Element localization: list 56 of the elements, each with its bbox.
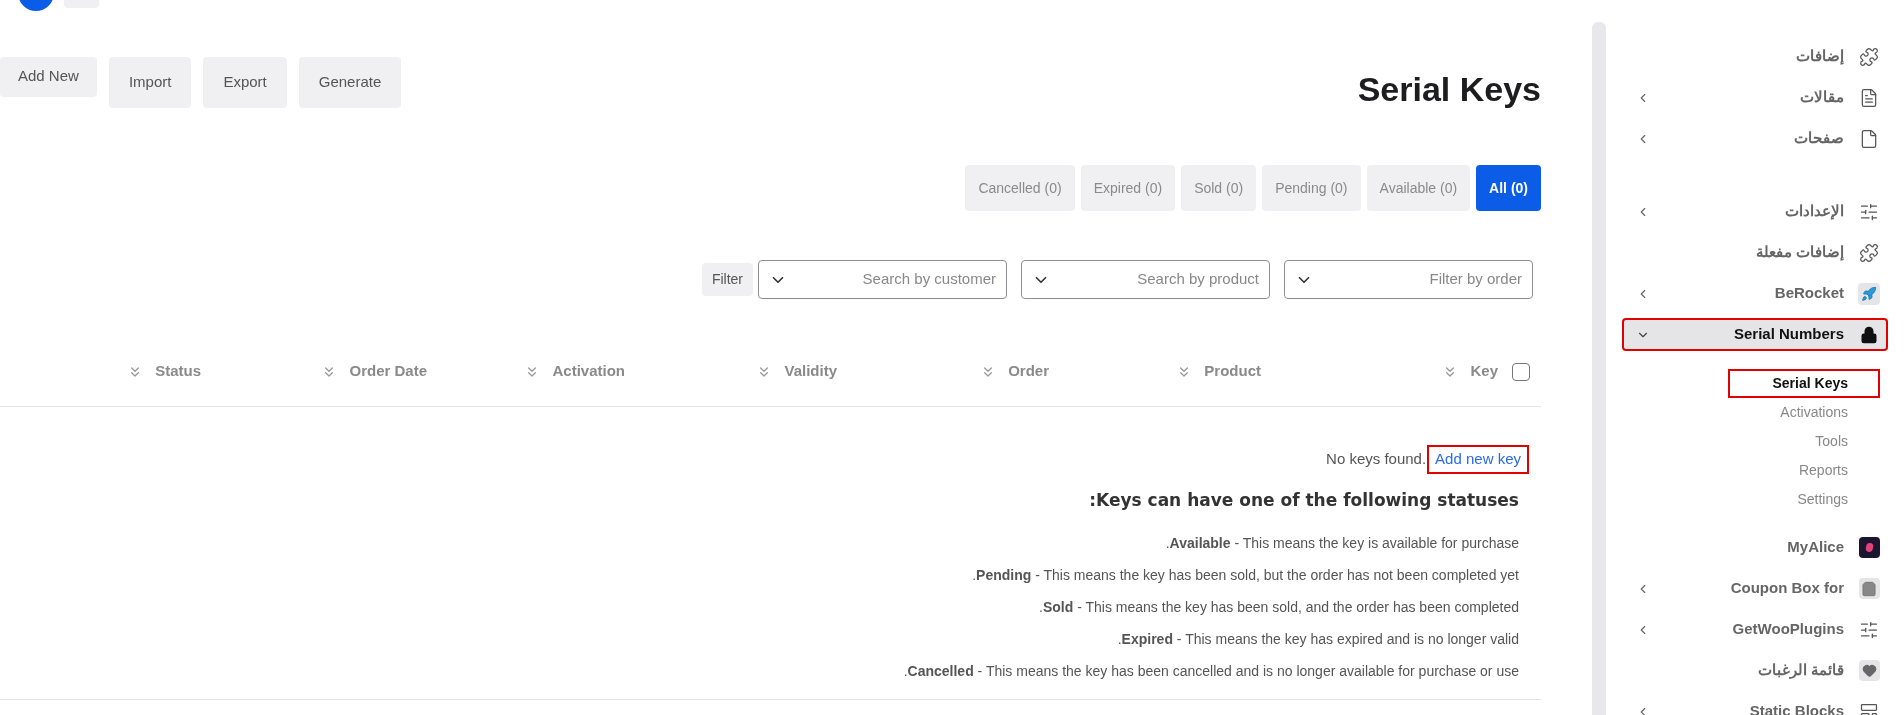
submenu-item[interactable]: Activations xyxy=(1778,398,1880,427)
status-description: .Sold - This means the key has been sold, and the order has been completed xyxy=(1039,597,1519,617)
status-tab[interactable]: Pending (0) xyxy=(1262,165,1361,211)
filter-select[interactable]: Search by product xyxy=(1021,260,1270,299)
sliders-icon xyxy=(1859,201,1879,222)
status-tab[interactable]: Cancelled (0) xyxy=(965,165,1075,211)
column-header[interactable]: Validity xyxy=(784,360,837,383)
puzzle-icon xyxy=(1859,242,1879,263)
column-header[interactable]: Activation xyxy=(552,360,625,383)
app-logo-icon xyxy=(1858,537,1880,558)
status-description: .Expired - This means the key has expired and is no longer valid xyxy=(1117,629,1519,649)
submenu-item[interactable]: Reports xyxy=(1796,456,1880,485)
puzzle-icon xyxy=(1859,46,1879,67)
sidebar-item[interactable]: مقالات xyxy=(1622,81,1888,114)
column-header[interactable]: Order Date xyxy=(349,360,427,383)
status-tab[interactable]: Sold (0) xyxy=(1181,165,1257,211)
toolbar-button[interactable]: Export xyxy=(203,57,287,108)
page-icon xyxy=(1859,128,1879,149)
filter-select[interactable]: Search by customer xyxy=(758,260,1007,299)
sidebar-item[interactable]: صفحات xyxy=(1622,122,1888,155)
select-all-checkbox[interactable] xyxy=(1512,362,1530,381)
status-description: .Available - This means the key is available for purchase xyxy=(1165,533,1519,553)
sidebar-item[interactable]: MyAlice xyxy=(1622,531,1888,564)
sliders-icon xyxy=(1859,619,1879,640)
document-icon xyxy=(1859,87,1879,108)
statuses-heading: :Keys can have one of the following statuses xyxy=(1089,488,1519,512)
column-header[interactable]: Status xyxy=(155,360,201,383)
sidebar-item[interactable]: BeRocket xyxy=(1622,277,1888,310)
status-description: .Pending - This means the key has been sold, but the order has not been completed yet xyxy=(972,565,1519,585)
column-header[interactable]: Order xyxy=(1008,360,1049,383)
page-title: Serial Keys xyxy=(1357,69,1541,110)
toolbar-button[interactable]: Generate xyxy=(298,57,402,108)
empty-message: No keys found. xyxy=(1326,449,1427,469)
toolbar-button[interactable]: Add New xyxy=(0,57,97,97)
sidebar-item[interactable]: GetWooPlugins xyxy=(1622,613,1888,646)
status-tab[interactable]: All (0) xyxy=(1476,165,1541,211)
add-new-key-link[interactable]: Add new key xyxy=(1427,445,1529,474)
sidebar-item[interactable]: إضافات xyxy=(1622,40,1888,73)
submenu-item[interactable]: Serial Keys xyxy=(1728,369,1880,398)
status-tab[interactable]: Available (0) xyxy=(1366,165,1471,211)
sidebar-item[interactable]: إضافات مفعلة xyxy=(1622,236,1888,269)
sidebar-item[interactable]: Coupon Box for xyxy=(1622,572,1888,605)
filter-select[interactable]: Filter by order xyxy=(1284,260,1533,299)
submenu-item[interactable]: Settings xyxy=(1795,485,1880,514)
column-header[interactable]: Key xyxy=(1470,360,1498,383)
status-tab[interactable]: Expired (0) xyxy=(1080,165,1176,211)
sidebar-item[interactable]: الإعدادات xyxy=(1622,195,1888,228)
toolbar-button[interactable]: Import xyxy=(108,57,192,108)
column-header[interactable]: Product xyxy=(1204,360,1261,383)
sidebar-item[interactable]: Serial Numbers xyxy=(1622,318,1888,351)
sidebar-item[interactable]: قائمة الرغبات xyxy=(1622,654,1888,687)
filter-button[interactable]: Filter xyxy=(701,263,753,296)
rocket-icon xyxy=(1858,282,1880,305)
layout-icon xyxy=(1859,701,1879,715)
status-description: .Cancelled - This means the key has been cancelled and is no longer available for purchase or use xyxy=(903,661,1519,681)
submenu-item[interactable]: Tools xyxy=(1813,427,1880,456)
